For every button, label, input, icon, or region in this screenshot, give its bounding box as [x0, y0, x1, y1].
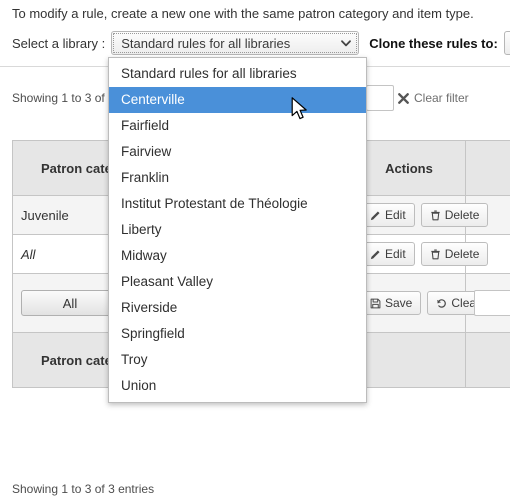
- delete-button-label: Delete: [444, 208, 480, 222]
- dropdown-option[interactable]: Riverside: [109, 295, 366, 321]
- library-select[interactable]: Standard rules for all libraries: [111, 31, 360, 55]
- delete-button-label: Delete: [444, 247, 480, 261]
- trash-icon: [430, 210, 441, 221]
- column-header-extra[interactable]: [465, 140, 510, 196]
- pencil-icon: [370, 210, 381, 221]
- library-select-value: Standard rules for all libraries: [121, 35, 291, 51]
- dropdown-option[interactable]: Pleasant Valley: [109, 269, 366, 295]
- save-button[interactable]: Save: [361, 291, 422, 315]
- close-x-icon: [398, 92, 409, 104]
- column-header-actions[interactable]: Actions: [352, 140, 466, 196]
- dropdown-option[interactable]: Midway: [109, 243, 366, 269]
- dropdown-option[interactable]: Franklin: [109, 165, 366, 191]
- delete-button[interactable]: Delete: [420, 203, 489, 227]
- delete-button[interactable]: Delete: [420, 242, 489, 266]
- edit-button[interactable]: Edit: [361, 242, 415, 266]
- new-patron-category-value: All: [62, 295, 78, 311]
- library-selector-row: Select a library : Standard rules for al…: [12, 30, 510, 56]
- pencil-icon: [370, 249, 381, 260]
- dropdown-option[interactable]: Standard rules for all libraries: [109, 61, 366, 87]
- edit-button-label: Edit: [385, 208, 406, 222]
- dropdown-option[interactable]: Centerville: [109, 87, 366, 113]
- trash-icon: [430, 249, 441, 260]
- dropdown-option[interactable]: Springfield: [109, 321, 366, 347]
- datatable-info-bottom: Showing 1 to 3 of 3 entries: [12, 482, 155, 496]
- intro-text: To modify a rule, create a new one with …: [12, 6, 474, 21]
- dropdown-option[interactable]: Union: [109, 373, 366, 399]
- cell-new-actions: Save Clear: [352, 273, 490, 333]
- edit-button-label: Edit: [385, 247, 406, 261]
- new-patron-category-select[interactable]: All: [21, 290, 119, 316]
- filter-input[interactable]: [366, 85, 394, 111]
- footer-actions: [352, 332, 466, 388]
- clear-filter-label: Clear filter: [414, 91, 469, 105]
- edit-button[interactable]: Edit: [361, 203, 415, 227]
- save-button-label: Save: [385, 296, 413, 310]
- new-row-action-group: Save Clear: [361, 291, 490, 315]
- dropdown-option[interactable]: Fairview: [109, 139, 366, 165]
- undo-icon: [436, 298, 447, 309]
- dropdown-option[interactable]: Institut Protestant de Théologie: [109, 191, 366, 217]
- clone-target-select[interactable]: [503, 31, 510, 55]
- new-rule-extra-input[interactable]: [474, 290, 510, 316]
- dropdown-option[interactable]: Troy: [109, 347, 366, 373]
- dropdown-option[interactable]: Fairfield: [109, 113, 366, 139]
- cell-actions: Edit Delete: [352, 195, 489, 235]
- clear-filter-button[interactable]: Clear filter: [398, 91, 469, 105]
- save-icon: [370, 298, 381, 309]
- footer-extra: [465, 332, 510, 388]
- dropdown-option[interactable]: Liberty: [109, 217, 366, 243]
- select-library-label: Select a library :: [12, 35, 106, 51]
- clone-rules-label: Clone these rules to:: [369, 35, 498, 51]
- library-dropdown-list[interactable]: Standard rules for all libraries Centervi…: [108, 57, 367, 403]
- row-action-group: Edit Delete: [361, 203, 489, 227]
- chevron-down-icon: [340, 37, 352, 49]
- cell-actions: Edit Delete: [352, 234, 489, 274]
- row-action-group: Edit Delete: [361, 242, 489, 266]
